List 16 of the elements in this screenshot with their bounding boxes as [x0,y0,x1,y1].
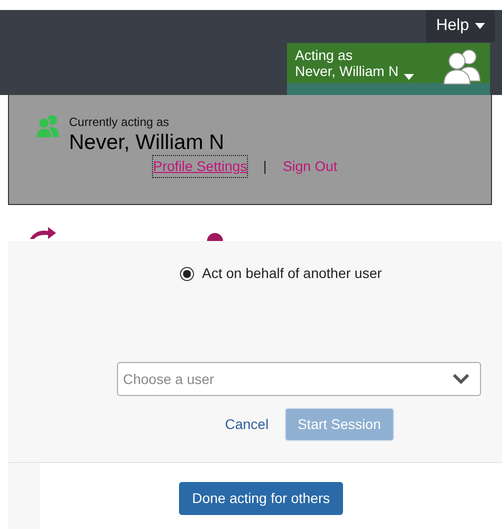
user-select[interactable]: Choose a user [117,362,481,396]
radio-button[interactable] [180,266,194,280]
caret-icon [404,74,414,80]
acting-as-menu-button[interactable]: Acting as Never, William N [287,43,490,95]
option-label: Act on behalf of another user [202,264,382,283]
done-acting-button[interactable]: Done acting for others [179,482,343,514]
cancel-link[interactable]: Cancel [225,414,269,435]
users-icon [35,113,61,139]
separator-text: | [263,157,267,176]
share-arrow-icon [28,227,58,239]
user-name: Never, William N [69,131,224,154]
caption-text: Currently acting as [69,114,170,131]
caret-icon [475,23,485,29]
chevron-down-icon [453,374,469,384]
help-menu-button[interactable]: Help [426,10,495,42]
users-icon [442,47,482,85]
